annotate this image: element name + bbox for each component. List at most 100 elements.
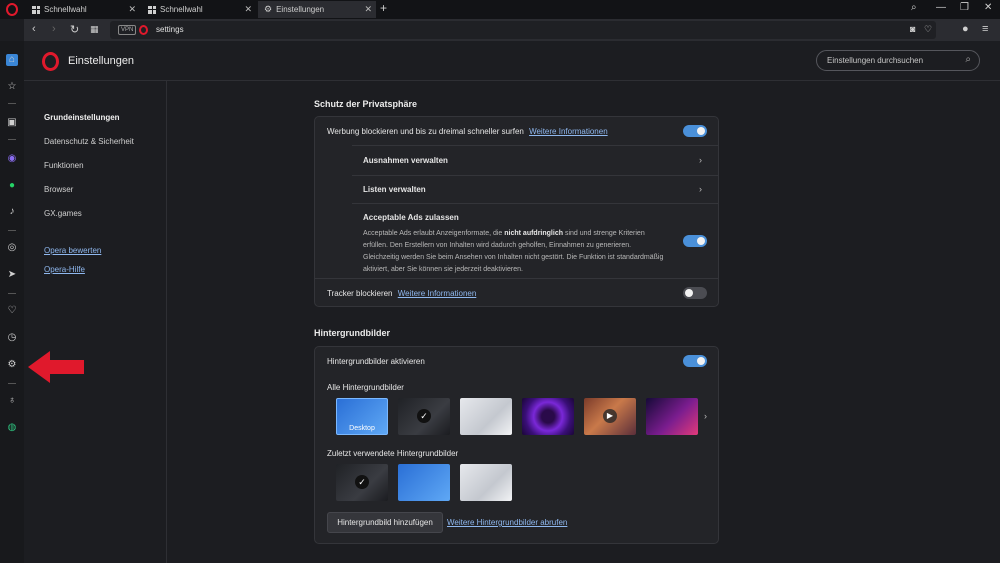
opera-icon: [139, 25, 148, 35]
opera-menu-icon[interactable]: [6, 3, 18, 16]
divider: [315, 278, 718, 279]
tab-schnellwahl-1[interactable]: Schnellwahl ✕: [26, 1, 140, 18]
divider: [8, 139, 16, 140]
maximize-icon[interactable]: ❐: [960, 2, 969, 13]
search-icon: ⌕: [965, 54, 971, 65]
grid-icon: [32, 5, 40, 14]
address-bar: ‹ › ↻ ▦ VPN settings ◙ ♡ ● ≡: [24, 19, 1000, 41]
url-field[interactable]: VPN settings ◙ ♡: [110, 21, 936, 39]
tracker-row: Tracker blockieren Weitere Informationen: [327, 289, 476, 298]
easy-setup-icon[interactable]: ≡: [982, 23, 988, 35]
recent-wallpaper-dark-curves[interactable]: ✓: [336, 464, 388, 501]
recent-wallpaper-light-curves[interactable]: [460, 464, 512, 501]
play-icon: ▶: [603, 409, 617, 423]
link-opera-bewerten[interactable]: Opera bewerten: [44, 246, 101, 255]
gear-icon: ⚙: [264, 4, 273, 14]
privacy-card: Werbung blockieren und bis zu dreimal sc…: [314, 116, 719, 307]
chevron-right-icon[interactable]: ›: [699, 155, 702, 165]
tracker-toggle[interactable]: [683, 287, 707, 299]
tracker-info-link[interactable]: Weitere Informationen: [398, 289, 477, 298]
tab-label: Schnellwahl: [44, 5, 87, 14]
reload-icon[interactable]: ↻: [70, 23, 79, 36]
search-tabs-icon[interactable]: ⌕: [911, 2, 917, 13]
heart-icon[interactable]: ♡: [6, 305, 18, 317]
back-icon[interactable]: ‹: [32, 23, 36, 35]
nav-datenschutz[interactable]: Datenschutz & Sicherheit: [44, 137, 134, 146]
wallpaper-enable-label: Hintergrundbilder aktivieren: [327, 357, 425, 366]
url-text: settings: [156, 25, 184, 34]
messenger-icon[interactable]: ◉: [6, 153, 18, 165]
heart-icon[interactable]: ♡: [924, 24, 932, 35]
page-title: Einstellungen: [68, 55, 135, 67]
aria-icon[interactable]: ◍: [6, 422, 18, 434]
close-tab-icon[interactable]: ✕: [364, 4, 372, 15]
acceptable-ads-title: Acceptable Ads zulassen: [363, 213, 459, 222]
divider: [352, 145, 718, 146]
bookmark-icon[interactable]: ☆: [6, 81, 18, 93]
shop-icon[interactable]: ▣: [6, 117, 18, 129]
wallpaper-toggle[interactable]: [683, 355, 707, 367]
divider: [8, 230, 16, 231]
acceptable-ads-toggle[interactable]: [683, 235, 707, 247]
tab-bar: Schnellwahl ✕ Schnellwahl ✕ ⚙ Einstellun…: [0, 0, 1000, 19]
wallpaper-light-curves[interactable]: [460, 398, 512, 435]
close-window-icon[interactable]: ✕: [984, 2, 992, 13]
tips-icon[interactable]: ♁: [6, 395, 18, 407]
settings-icon[interactable]: ⚙: [6, 359, 18, 371]
forward-icon[interactable]: ›: [52, 23, 56, 35]
add-wallpaper-button[interactable]: Hintergrundbild hinzufügen: [327, 512, 443, 533]
divider: [352, 175, 718, 176]
divider: [8, 383, 16, 384]
wallpaper-desktop[interactable]: Desktop: [336, 398, 388, 435]
nav-grundeinstellungen[interactable]: Grundeinstellungen: [44, 113, 120, 122]
exceptions-label[interactable]: Ausnahmen verwalten: [363, 156, 448, 165]
wallpaper-game-art[interactable]: ▶: [584, 398, 636, 435]
chevron-right-icon[interactable]: ›: [704, 411, 707, 421]
grid-icon: [148, 5, 156, 14]
opera-sidebar: ⌂ ☆ ▣ ◉ ● ♪ ◎ ➤ ♡ ◷ ⚙ ♁ ◍: [0, 41, 24, 563]
home-icon[interactable]: ⌂: [6, 54, 18, 66]
tracker-label: Tracker blockieren: [327, 289, 393, 298]
wallpaper-purple-ring[interactable]: [522, 398, 574, 435]
wallpaper-section-title: Hintergrundbilder: [314, 328, 390, 338]
adblock-label: Werbung blockieren und bis zu dreimal sc…: [327, 127, 524, 136]
whatsapp-icon[interactable]: ●: [6, 180, 18, 192]
close-tab-icon[interactable]: ✕: [128, 4, 136, 15]
nav-funktionen[interactable]: Funktionen: [44, 161, 84, 170]
opera-window: Schnellwahl ✕ Schnellwahl ✕ ⚙ Einstellun…: [0, 0, 1000, 563]
tab-schnellwahl-2[interactable]: Schnellwahl ✕: [142, 1, 256, 18]
minimize-icon[interactable]: —: [936, 2, 946, 13]
adblock-info-link[interactable]: Weitere Informationen: [529, 127, 608, 136]
history-icon[interactable]: ◷: [6, 332, 18, 344]
toggle-knob: [697, 357, 705, 365]
divider: [8, 293, 16, 294]
toggle-knob: [685, 289, 693, 297]
search-placeholder: Einstellungen durchsuchen: [827, 56, 924, 65]
adblock-toggle[interactable]: [683, 125, 707, 137]
speed-dial-icon[interactable]: ▦: [90, 24, 99, 35]
settings-search-input[interactable]: Einstellungen durchsuchen ⌕: [816, 50, 980, 71]
send-icon[interactable]: ➤: [6, 269, 18, 281]
check-icon: ✓: [417, 409, 431, 423]
nav-gx-games[interactable]: GX.games: [44, 209, 82, 218]
close-tab-icon[interactable]: ✕: [244, 4, 252, 15]
camera-icon[interactable]: ◙: [910, 24, 915, 34]
chevron-right-icon[interactable]: ›: [699, 184, 702, 194]
more-wallpapers-link[interactable]: Weitere Hintergrundbilder abrufen: [447, 518, 567, 527]
nav-browser[interactable]: Browser: [44, 185, 73, 194]
wallpaper-neon-fantasy[interactable]: [646, 398, 698, 435]
wallpaper-card: Hintergrundbilder aktivieren Alle Hinter…: [314, 346, 719, 544]
adblock-row: Werbung blockieren und bis zu dreimal sc…: [327, 127, 608, 136]
player-icon[interactable]: ◎: [6, 242, 18, 254]
lists-label[interactable]: Listen verwalten: [363, 185, 426, 194]
tab-einstellungen[interactable]: ⚙ Einstellungen ✕: [258, 1, 376, 18]
settings-nav: Grundeinstellungen Datenschutz & Sicherh…: [24, 81, 167, 563]
link-opera-hilfe[interactable]: Opera-Hilfe: [44, 265, 85, 274]
recent-wallpaper-desktop[interactable]: [398, 464, 450, 501]
tiktok-icon[interactable]: ♪: [6, 206, 18, 218]
vpn-badge[interactable]: VPN: [118, 25, 137, 35]
wallpaper-dark-curves[interactable]: ✓: [398, 398, 450, 435]
new-tab-icon[interactable]: +: [380, 1, 387, 15]
profile-icon[interactable]: ●: [962, 23, 969, 35]
recent-wallpapers-label: Zuletzt verwendete Hintergrundbilder: [327, 449, 459, 458]
